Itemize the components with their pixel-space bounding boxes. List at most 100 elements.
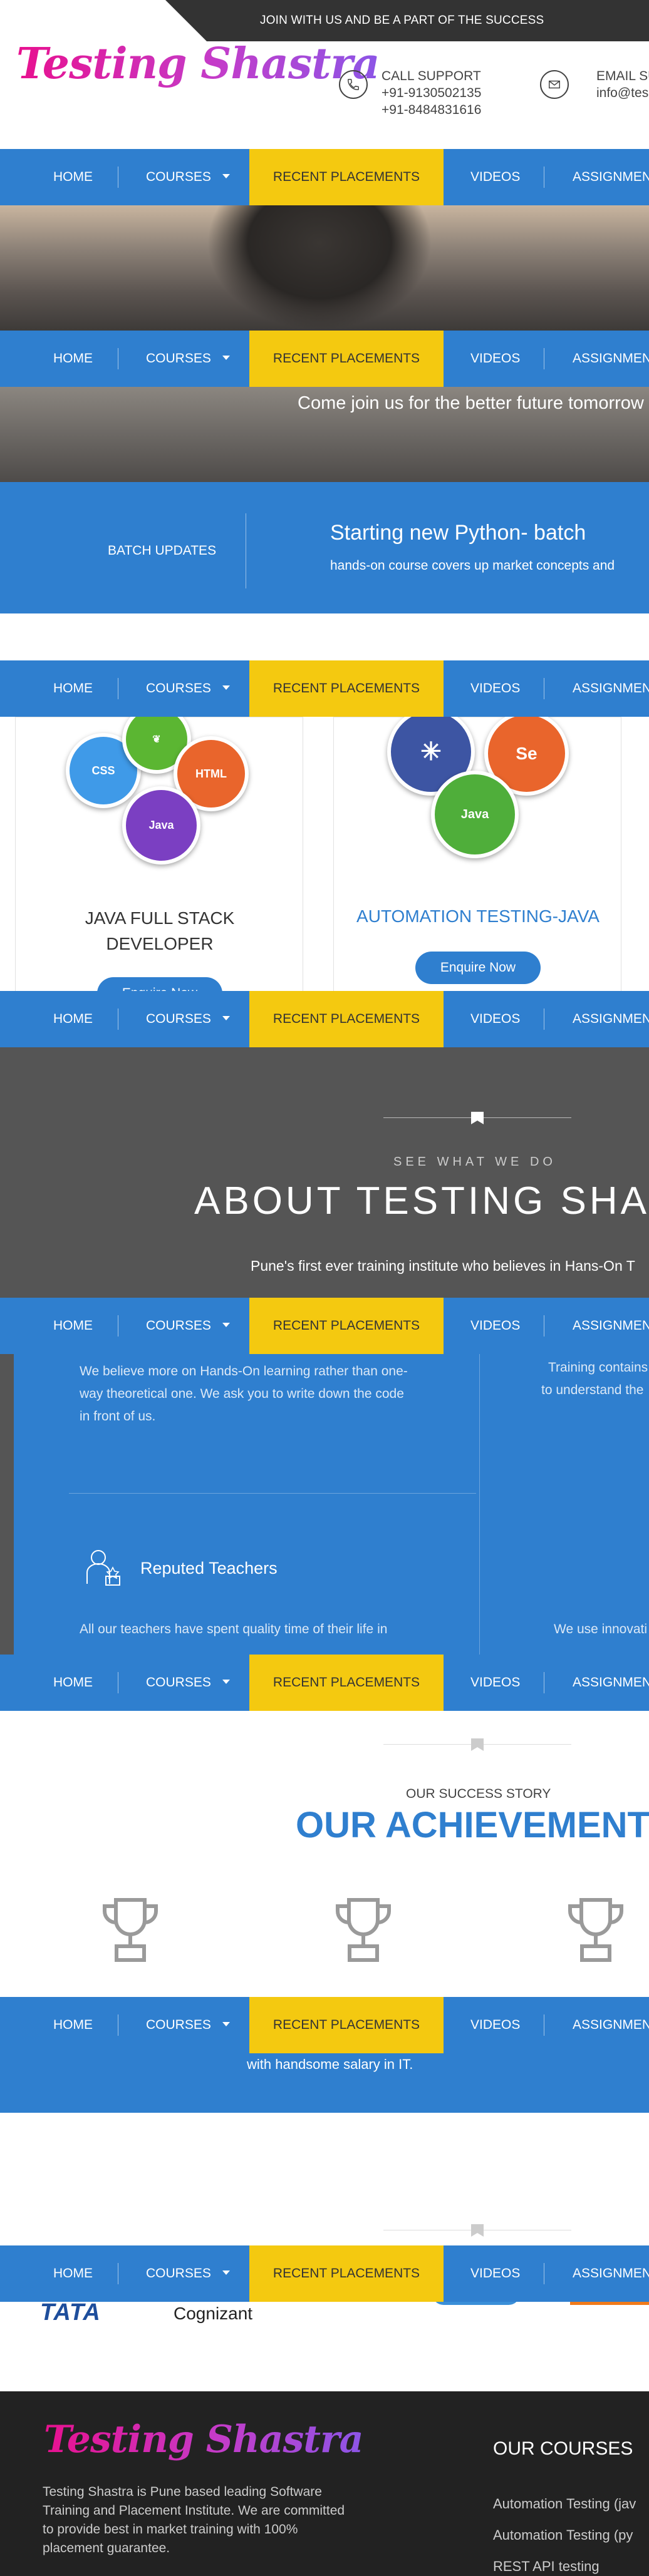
hero-image <box>0 205 649 331</box>
nav-courses[interactable]: COURSES <box>146 2245 211 2302</box>
nav-videos[interactable]: VIDEOS <box>470 1997 520 2053</box>
site-logo[interactable]: Testing Shastra <box>16 39 380 89</box>
call-support-label: CALL SUPPORT <box>382 69 481 83</box>
cognizant-client-logo: Cognizant <box>174 2304 253 2323</box>
nav-assignments[interactable]: ASSIGNMEN <box>573 1997 649 2053</box>
trophy-icon <box>96 1895 165 1964</box>
footer-course-link[interactable]: REST API testing <box>493 2551 636 2576</box>
nav-recent-placements[interactable]: RECENT PLACEMENTS <box>249 1655 444 1711</box>
achievements-title: OUR ACHIEVEMENT <box>296 1805 649 1845</box>
nav-courses[interactable]: COURSES <box>146 991 211 1047</box>
nav-recent-placements[interactable]: RECENT PLACEMENTS <box>249 660 444 717</box>
nav-home[interactable]: HOME <box>53 2245 93 2302</box>
nav-assignments[interactable]: ASSIGNMEN <box>573 2245 649 2302</box>
achievements-bottom-text: with handsome salary in IT. <box>247 2056 413 2072</box>
chevron-down-icon <box>222 1323 230 1327</box>
nav-assignments[interactable]: ASSIGNMEN <box>573 331 649 387</box>
left-edge <box>0 1354 14 1655</box>
email-support-label: EMAIL SU <box>596 69 649 83</box>
nav-videos[interactable]: VIDEOS <box>470 1298 520 1354</box>
chevron-down-icon <box>222 2022 230 2026</box>
nav-courses[interactable]: COURSES <box>146 331 211 387</box>
teacher-icon <box>80 1545 123 1589</box>
nav-assignments[interactable]: ASSIGNMEN <box>573 991 649 1047</box>
nav-videos[interactable]: VIDEOS <box>470 149 520 205</box>
main-nav: HOME COURSES RECENT PLACEMENTS VIDEOS AS… <box>0 1997 649 2053</box>
course-card-java-full-stack[interactable]: CSS ❦ HTML Java JAVA FULL STACK DEVELOPE… <box>15 705 303 1010</box>
nav-assignments[interactable]: ASSIGNMEN <box>573 1655 649 1711</box>
footer-about: Testing Shastra is Pune based leading So… <box>43 2485 345 2555</box>
nav-recent-placements[interactable]: RECENT PLACEMENTS <box>249 991 444 1047</box>
tata-client-logo: TATA <box>40 2299 101 2326</box>
announcement-bar: JOIN WITH US AND BE A PART OF THE SUCCES… <box>165 0 649 41</box>
nav-videos[interactable]: VIDEOS <box>470 331 520 387</box>
nav-assignments[interactable]: ASSIGNMEN <box>573 149 649 205</box>
email-address[interactable]: info@tes <box>596 85 649 101</box>
announcement-text: JOIN WITH US AND BE A PART OF THE SUCCES… <box>260 14 544 27</box>
nav-home[interactable]: HOME <box>53 331 93 387</box>
hero-image-lower: Come join us for the better future tomor… <box>0 387 649 482</box>
email-support: EMAIL SU info@tes <box>596 68 649 101</box>
chevron-down-icon <box>222 174 230 178</box>
batch-label: BATCH UPDATES <box>108 543 217 558</box>
page: JOIN WITH US AND BE A PART OF THE SUCCES… <box>0 0 649 2576</box>
feature-column-divider <box>479 1354 480 1655</box>
course-card-automation-testing-java[interactable]: ✳ Se Java AUTOMATION TESTING-JAVA Enquir… <box>333 708 622 992</box>
enquire-now-button[interactable]: Enquire Now <box>415 952 541 984</box>
nav-assignments[interactable]: ASSIGNMEN <box>573 1298 649 1354</box>
nav-home[interactable]: HOME <box>53 991 93 1047</box>
nav-videos[interactable]: VIDEOS <box>470 2245 520 2302</box>
footer-course-link[interactable]: Automation Testing (jav <box>493 2488 636 2520</box>
footer-course-link[interactable]: Automation Testing (py <box>493 2520 636 2551</box>
nav-videos[interactable]: VIDEOS <box>470 1655 520 1711</box>
phone-number-1[interactable]: +91-9130502135 <box>382 85 481 101</box>
hero-person-silhouette <box>207 205 432 331</box>
nav-recent-placements[interactable]: RECENT PLACEMENTS <box>249 1298 444 1354</box>
nav-videos[interactable]: VIDEOS <box>470 991 520 1047</box>
bookmark-icon <box>471 2224 484 2237</box>
about-eyebrow: SEE WHAT WE DO <box>393 1155 556 1169</box>
nav-recent-placements[interactable]: RECENT PLACEMENTS <box>249 331 444 387</box>
nav-recent-placements[interactable]: RECENT PLACEMENTS <box>249 2245 444 2302</box>
nav-recent-placements[interactable]: RECENT PLACEMENTS <box>249 149 444 205</box>
nav-courses[interactable]: COURSES <box>146 149 211 205</box>
main-nav: HOME COURSES RECENT PLACEMENTS VIDEOS AS… <box>0 149 649 205</box>
feature-hands-on-text: We believe more on Hands-On learning rat… <box>80 1364 408 1424</box>
nav-assignments[interactable]: ASSIGNMEN <box>573 660 649 717</box>
trophy-icon <box>329 1895 398 1964</box>
nav-home[interactable]: HOME <box>53 1298 93 1354</box>
feature-reputed-title: Reputed Teachers <box>140 1559 278 1578</box>
about-subtitle: Pune's first ever training institute who… <box>251 1258 635 1274</box>
mail-icon <box>540 70 569 99</box>
nav-courses[interactable]: COURSES <box>146 1997 211 2053</box>
main-nav: HOME COURSES RECENT PLACEMENTS VIDEOS AS… <box>0 1298 649 1354</box>
nav-courses[interactable]: COURSES <box>146 1655 211 1711</box>
main-nav: HOME COURSES RECENT PLACEMENTS VIDEOS AS… <box>0 660 649 717</box>
call-support: CALL SUPPORT +91-9130502135 +91-84848316… <box>382 68 481 118</box>
nav-videos[interactable]: VIDEOS <box>470 660 520 717</box>
batch-title: Starting new Python- batch <box>330 521 586 545</box>
nav-home[interactable]: HOME <box>53 1655 93 1711</box>
achievements-eyebrow: OUR SUCCESS STORY <box>406 1787 551 1801</box>
feature-col2-line2: to understand the <box>541 1383 644 1397</box>
nav-courses[interactable]: COURSES <box>146 1298 211 1354</box>
nav-home[interactable]: HOME <box>53 149 93 205</box>
chevron-down-icon <box>222 1680 230 1684</box>
course-title[interactable]: AUTOMATION TESTING-JAVA <box>334 906 622 926</box>
main-nav: HOME COURSES RECENT PLACEMENTS VIDEOS AS… <box>0 331 649 387</box>
feature-row-divider <box>69 1493 476 1494</box>
nav-recent-placements[interactable]: RECENT PLACEMENTS <box>249 1997 444 2053</box>
footer-logo[interactable]: Testing Shastra <box>44 2418 364 2461</box>
main-nav: HOME COURSES RECENT PLACEMENTS VIDEOS AS… <box>0 991 649 1047</box>
main-nav: HOME COURSES RECENT PLACEMENTS VIDEOS AS… <box>0 1655 649 1711</box>
nav-home[interactable]: HOME <box>53 1997 93 2053</box>
footer: Testing Shastra Testing Shastra is Pune … <box>0 2391 649 2576</box>
nav-home[interactable]: HOME <box>53 660 93 717</box>
phone-icon <box>339 70 368 99</box>
top-announcement-strip: JOIN WITH US AND BE A PART OF THE SUCCES… <box>0 0 649 41</box>
java-logo-icon: Java <box>122 786 200 865</box>
bookmark-icon <box>471 1738 484 1751</box>
phone-number-2[interactable]: +91-8484831616 <box>382 101 481 118</box>
feature-reputed-text: All our teachers have spent quality time… <box>80 1622 388 1636</box>
nav-courses[interactable]: COURSES <box>146 660 211 717</box>
